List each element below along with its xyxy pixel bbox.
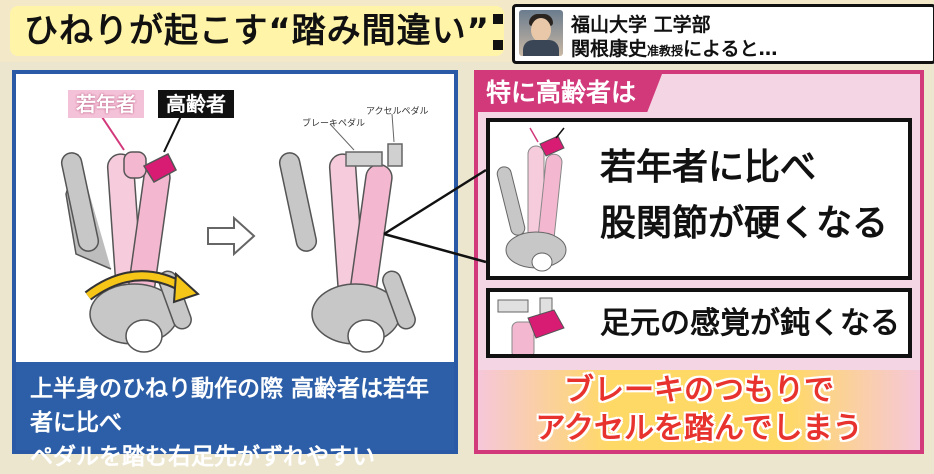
warning-line-1: ブレーキのつもりで [564,373,834,408]
speaker-role: 准教授 [647,44,684,58]
card1-line-1: 若年者に比べ [600,147,817,188]
caption-line-2: ペダルを踏む右足先がずれやすい [30,444,375,470]
card2-text: 足元の感覚が鈍くなる [600,306,900,341]
left-caption: 上半身のひねり動作の際 高齢者は若年者に比べ ペダルを踏む右足先がずれやすい [16,362,454,470]
card-hip-joint: 若年者に比べ 股関節が硬くなる [486,118,912,280]
figure-before [60,151,192,353]
figure-after [278,143,416,353]
card-foot-sense: 足元の感覚が鈍くなる [486,288,912,358]
label-accel-pedal: アクセルペダル [366,107,429,117]
card1-line-2: 股関節が硬くなる [600,203,889,244]
title-separator [493,14,505,50]
card2-figure [497,297,565,354]
caption-line-1: 上半身のひねり動作の際 高齢者は若年者に比べ [30,376,430,436]
left-panel: 若年者 高齢者 ブレーキペダル アクセルペダル 上半身のひねり動作の際 高齢者は… [12,70,458,470]
right-panel: 特に高齢者は 若年者に比べ 股関節が硬くなる 足元の感覚が鈍くなる ブレーキのつ… [474,70,924,454]
right-header: 特に高齢者は [478,74,663,112]
speaker-suffix: によると… [683,38,778,60]
label-young: 若年者 [68,90,144,118]
speaker-photo [519,10,563,56]
page-title: ひねりが起こす“踏み間違い” [10,6,505,56]
speaker-name-line: 関根康史准教授によると… [571,34,777,61]
label-brake-pedal: ブレーキペダル [302,119,366,129]
transition-arrow [207,215,256,257]
card1-figure [496,127,567,272]
speaker-badge: 福山大学 工学部 関根康史准教授によると… [512,4,934,64]
title-bar: ひねりが起こす“踏み間違い” 福山大学 工学部 関根康史准教授によると… [0,0,934,64]
warning-line-2: アクセルを踏んでしまう [535,411,863,446]
speaker-affiliation: 福山大学 工学部 [571,14,711,36]
warning-banner: ブレーキのつもりで アクセルを踏んでしまう [478,370,920,450]
label-elderly: 高齢者 [158,90,234,118]
speaker-name: 関根康史 [571,38,648,60]
